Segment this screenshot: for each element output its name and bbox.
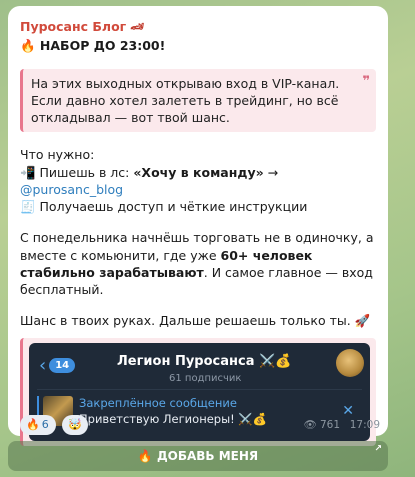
sender-label[interactable]: Пуросанс Блог bbox=[20, 18, 126, 35]
quote-block: На этих выходных открываю вход в VIP-кан… bbox=[20, 68, 376, 133]
unread-badge: 14 bbox=[49, 357, 76, 374]
reaction-count: 6 bbox=[41, 418, 49, 432]
add-me-label: 🔥 ДОБАВЬ МЕНЯ bbox=[137, 449, 259, 463]
quote-text: На этих выходных открываю вход в VIP-кан… bbox=[31, 75, 340, 126]
channel-title: Легион Пуросанса ⚔️💰 bbox=[117, 353, 292, 369]
mention-link[interactable]: @purosanc_blog bbox=[20, 182, 123, 197]
sender-name[interactable]: Пуросанс Блог 🏎 bbox=[20, 18, 376, 35]
community-text-a: С понедельника начнёшь торговать не в од… bbox=[20, 230, 374, 263]
external-link-icon: ↗ bbox=[374, 444, 382, 454]
eye-icon: 👁 bbox=[303, 419, 317, 431]
add-me-button[interactable]: 🔥 ДОБАВЬ МЕНЯ ↗ bbox=[8, 441, 388, 471]
step-1-arrow: → bbox=[263, 164, 279, 180]
step-2: 🧾 Получаешь доступ и чёткие инструкции bbox=[20, 199, 308, 214]
closing-paragraph: Шанс в твоих руках. Дальше решаешь тольк… bbox=[20, 313, 371, 329]
car-icon: 🏎 bbox=[130, 20, 145, 34]
message-time: 17:09 bbox=[349, 419, 380, 431]
reaction-mindblown[interactable]: 🤯 bbox=[62, 415, 88, 435]
message-footer: 🔥 6 🤯 👁 761 17:09 bbox=[20, 415, 380, 435]
step-1-bold: «Хочу в команду» bbox=[133, 164, 264, 180]
pinned-label: Закреплённое сообщение bbox=[79, 395, 237, 410]
quote-icon: ❞ bbox=[362, 73, 370, 89]
chevron-left-icon: ‹ bbox=[39, 354, 47, 376]
fire-icon: 🔥 bbox=[26, 418, 40, 432]
community-paragraph: С понедельника начнёшь торговать не в од… bbox=[20, 229, 376, 298]
steps-title: Что нужно: bbox=[20, 147, 95, 163]
message-headline: 🔥 НАБОР ДО 23:00! bbox=[20, 38, 166, 54]
subscriber-count: 61 подписчик bbox=[169, 372, 242, 384]
reaction-fire[interactable]: 🔥 6 bbox=[20, 415, 56, 435]
views-count: 761 bbox=[319, 419, 340, 431]
steps-block: Что нужно: 📲 Пишешь в лс: «Хочу в команд… bbox=[20, 146, 376, 215]
back-button: ‹ 14 bbox=[39, 354, 76, 376]
mind-blown-icon: 🤯 bbox=[68, 418, 82, 432]
message-bubble: Пуросанс Блог 🏎 🔥 НАБОР ДО 23:00! На эти… bbox=[8, 6, 388, 446]
channel-avatar bbox=[336, 348, 364, 377]
step-1-prefix: 📲 Пишешь в лс: bbox=[20, 164, 134, 180]
view-counter: 👁 761 bbox=[304, 418, 340, 432]
step-1: 📲 Пишешь в лс: «Хочу в команду» → @puros… bbox=[20, 164, 376, 199]
